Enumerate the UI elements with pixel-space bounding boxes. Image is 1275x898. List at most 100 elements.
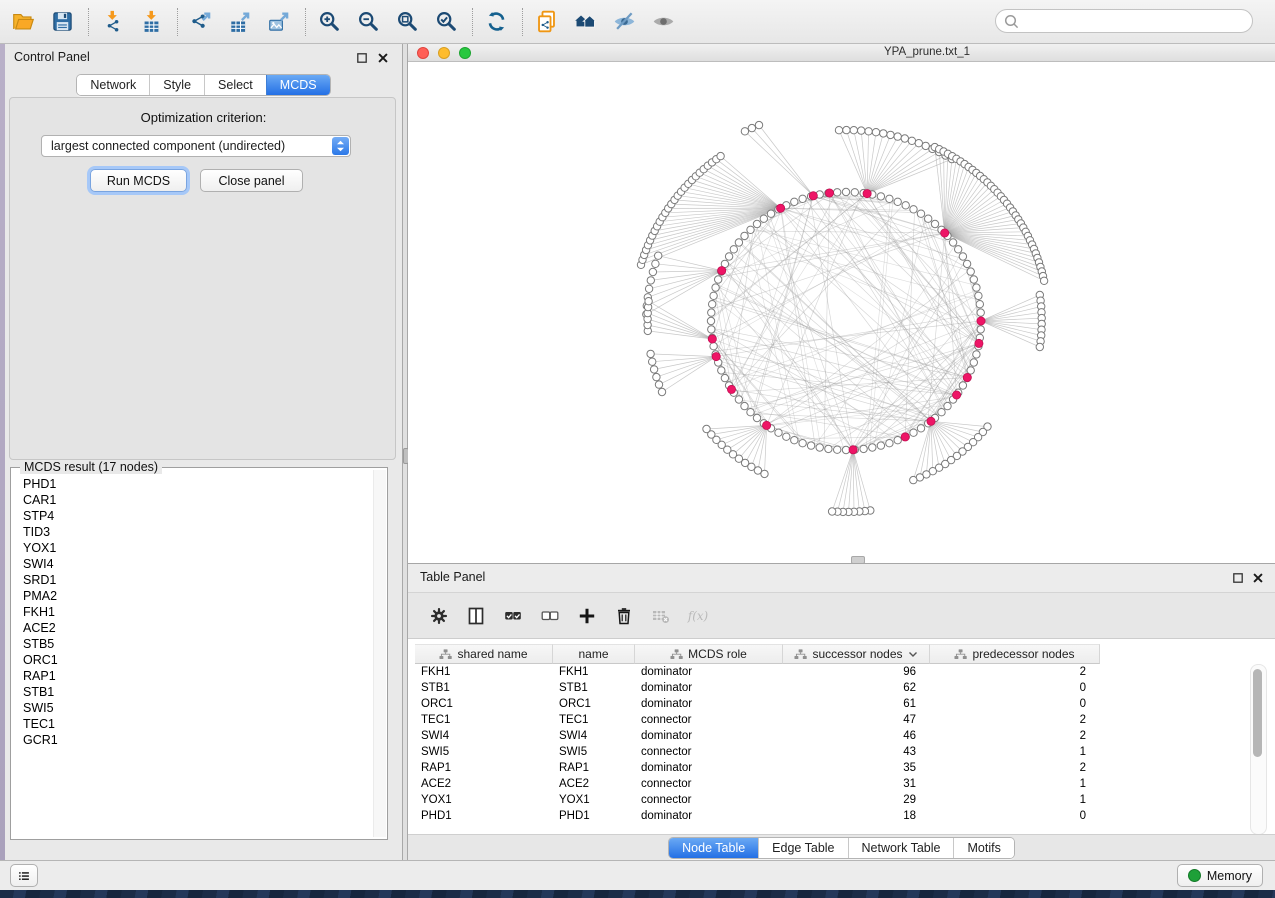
table-row[interactable]: SWI4SWI4dominator462 xyxy=(415,728,1100,744)
table-tab-motifs[interactable]: Motifs xyxy=(953,838,1013,858)
mcds-result-scrollbar[interactable] xyxy=(373,470,386,837)
column-header-MCDS-role[interactable]: MCDS role xyxy=(635,644,783,664)
mcds-result-item[interactable]: STB5 xyxy=(23,636,373,652)
mcds-result-item[interactable]: STB1 xyxy=(23,684,373,700)
export-table-button[interactable] xyxy=(225,7,255,37)
window-close-button[interactable] xyxy=(417,47,429,59)
network-canvas[interactable] xyxy=(408,62,1275,563)
mcds-result-item[interactable]: SRD1 xyxy=(23,572,373,588)
column-header-successor-nodes[interactable]: successor nodes xyxy=(783,644,930,664)
mcds-result-item[interactable]: SWI4 xyxy=(23,556,373,572)
close-panel-button[interactable] xyxy=(375,50,390,65)
import-table-button[interactable] xyxy=(136,7,166,37)
cell: 2 xyxy=(930,666,1100,678)
tab-network[interactable]: Network xyxy=(77,75,149,95)
table-scrollbar-thumb[interactable] xyxy=(1253,669,1262,757)
table-options-button[interactable] xyxy=(428,605,450,627)
table-tab-edge-table[interactable]: Edge Table xyxy=(758,838,847,858)
tab-select[interactable]: Select xyxy=(204,75,266,95)
zoom-fit-button[interactable] xyxy=(392,7,422,37)
table-row[interactable]: RAP1RAP1dominator352 xyxy=(415,760,1100,776)
mcds-result-item[interactable]: ACE2 xyxy=(23,620,373,636)
open-file-button[interactable] xyxy=(8,7,38,37)
function-builder-button[interactable]: f(x) xyxy=(687,605,709,627)
cell: SWI4 xyxy=(415,730,553,742)
delete-selected-button[interactable] xyxy=(613,605,635,627)
table-scrollbar[interactable] xyxy=(1250,664,1267,835)
window-minimize-button[interactable] xyxy=(438,47,450,59)
houses-icon xyxy=(574,10,597,33)
window-zoom-button[interactable] xyxy=(459,47,471,59)
show-columns-button[interactable] xyxy=(465,605,487,627)
close-table-panel-button[interactable] xyxy=(1250,570,1265,585)
table-panel-title: Table Panel xyxy=(420,570,485,584)
first-neighbors-button[interactable] xyxy=(570,7,600,37)
export-network-button[interactable] xyxy=(186,7,216,37)
column-header-name[interactable]: name xyxy=(553,644,635,664)
table-row[interactable]: SWI5SWI5connector431 xyxy=(415,744,1100,760)
float-table-panel-button[interactable] xyxy=(1230,570,1245,585)
table-row[interactable]: TEC1TEC1connector472 xyxy=(415,712,1100,728)
show-all-button[interactable] xyxy=(648,7,678,37)
close-panel-button-mcds[interactable]: Close panel xyxy=(200,169,303,192)
run-mcds-button[interactable]: Run MCDS xyxy=(90,169,187,192)
network-window-titlebar[interactable]: YPA_prune.txt_1 xyxy=(408,44,1275,62)
main-toolbar xyxy=(0,0,1275,44)
save-session-button[interactable] xyxy=(47,7,77,37)
column-header-predecessor-nodes[interactable]: predecessor nodes xyxy=(930,644,1100,664)
clear-selection-button[interactable] xyxy=(539,605,561,627)
mcds-result-item[interactable]: TID3 xyxy=(23,524,373,540)
table-panel-tabs: Node TableEdge TableNetwork TableMotifs xyxy=(408,834,1275,861)
mcds-result-item[interactable]: TEC1 xyxy=(23,716,373,732)
cell: PHD1 xyxy=(553,810,635,822)
memory-button[interactable]: Memory xyxy=(1177,864,1263,887)
refresh-button[interactable] xyxy=(481,7,511,37)
table-row[interactable]: ACE2ACE2connector311 xyxy=(415,776,1100,792)
create-column-button[interactable] xyxy=(576,605,598,627)
mcds-result-item[interactable]: YOX1 xyxy=(23,540,373,556)
criterion-select[interactable]: largest connected component (undirected) xyxy=(41,135,351,157)
zoom-in-button[interactable] xyxy=(314,7,344,37)
cell: 0 xyxy=(930,810,1100,822)
table-row[interactable]: STB1STB1dominator620 xyxy=(415,680,1100,696)
mcds-result-item[interactable]: FKH1 xyxy=(23,604,373,620)
mcds-result-item[interactable]: PMA2 xyxy=(23,588,373,604)
cell: RAP1 xyxy=(415,762,553,774)
table-row[interactable]: ORC1ORC1dominator610 xyxy=(415,696,1100,712)
tab-style[interactable]: Style xyxy=(149,75,204,95)
import-network-button[interactable] xyxy=(97,7,127,37)
export-image-button[interactable] xyxy=(264,7,294,37)
table-tab-network-table[interactable]: Network Table xyxy=(848,838,954,858)
cell: RAP1 xyxy=(553,762,635,774)
table-row[interactable]: YOX1YOX1connector291 xyxy=(415,792,1100,808)
hide-selected-button[interactable] xyxy=(609,7,639,37)
cell: 0 xyxy=(930,682,1100,694)
mcds-result-item[interactable]: RAP1 xyxy=(23,668,373,684)
search-box[interactable] xyxy=(995,9,1253,33)
show-panels-menu-button[interactable] xyxy=(10,864,38,887)
clone-network-button[interactable] xyxy=(531,7,561,37)
mcds-result-item[interactable]: ORC1 xyxy=(23,652,373,668)
zoom-out-button[interactable] xyxy=(353,7,383,37)
mcds-result-item[interactable]: PHD1 xyxy=(23,476,373,492)
zoom-selected-button[interactable] xyxy=(431,7,461,37)
table-tab-node-table[interactable]: Node Table xyxy=(669,838,758,858)
tab-mcds[interactable]: MCDS xyxy=(266,75,330,95)
cell: PHD1 xyxy=(415,810,553,822)
delete-column-button[interactable] xyxy=(650,605,672,627)
cell: 43 xyxy=(783,746,930,758)
float-panel-button[interactable] xyxy=(354,50,369,65)
table-row[interactable]: PHD1PHD1dominator180 xyxy=(415,808,1100,824)
cell: 29 xyxy=(783,794,930,806)
cell: 47 xyxy=(783,714,930,726)
column-header-shared-name[interactable]: shared name xyxy=(415,644,553,664)
mcds-result-item[interactable]: GCR1 xyxy=(23,732,373,748)
cell: 96 xyxy=(783,666,930,678)
search-input[interactable] xyxy=(1019,13,1252,29)
column-label: MCDS role xyxy=(688,647,747,661)
mcds-result-item[interactable]: SWI5 xyxy=(23,700,373,716)
select-all-button[interactable] xyxy=(502,605,524,627)
mcds-result-item[interactable]: STP4 xyxy=(23,508,373,524)
mcds-result-item[interactable]: CAR1 xyxy=(23,492,373,508)
table-row[interactable]: FKH1FKH1dominator962 xyxy=(415,664,1100,680)
